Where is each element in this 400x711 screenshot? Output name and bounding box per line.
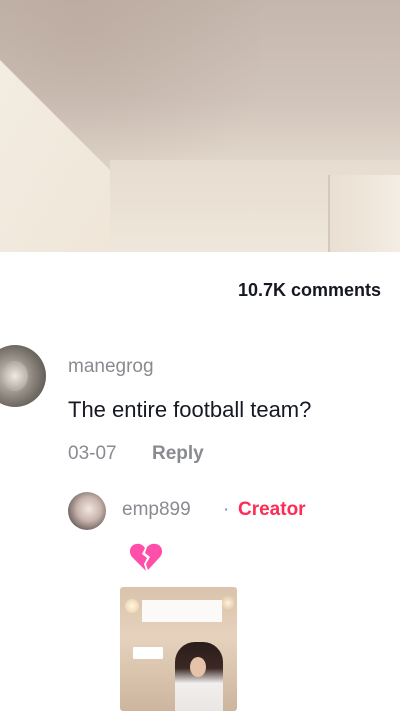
broken-heart-icon [129, 543, 163, 571]
creator-username[interactable]: emp899 [122, 499, 191, 521]
thumbnail-lamp [125, 599, 139, 613]
comments-count: 10.7K comments [237, 280, 381, 300]
separator-dot: · [223, 499, 230, 520]
creator-avatar[interactable] [68, 492, 106, 530]
thumbnail-caption [142, 600, 222, 622]
commenter-avatar[interactable] [0, 345, 46, 407]
comment-date: 03-07 [68, 443, 117, 464]
thumbnail-sticker [133, 647, 163, 659]
commenter-username[interactable]: manegrog [68, 356, 154, 378]
creator-badge: Creator [238, 499, 306, 520]
video-background[interactable] [0, 0, 400, 252]
reply-button[interactable]: Reply [152, 443, 204, 465]
doorframe [328, 175, 400, 252]
video-reply-thumbnail[interactable] [120, 587, 237, 711]
comment-text: The entire football team? [68, 397, 312, 422]
thumbnail-face [190, 657, 206, 677]
thumbnail-lamp [222, 595, 234, 611]
